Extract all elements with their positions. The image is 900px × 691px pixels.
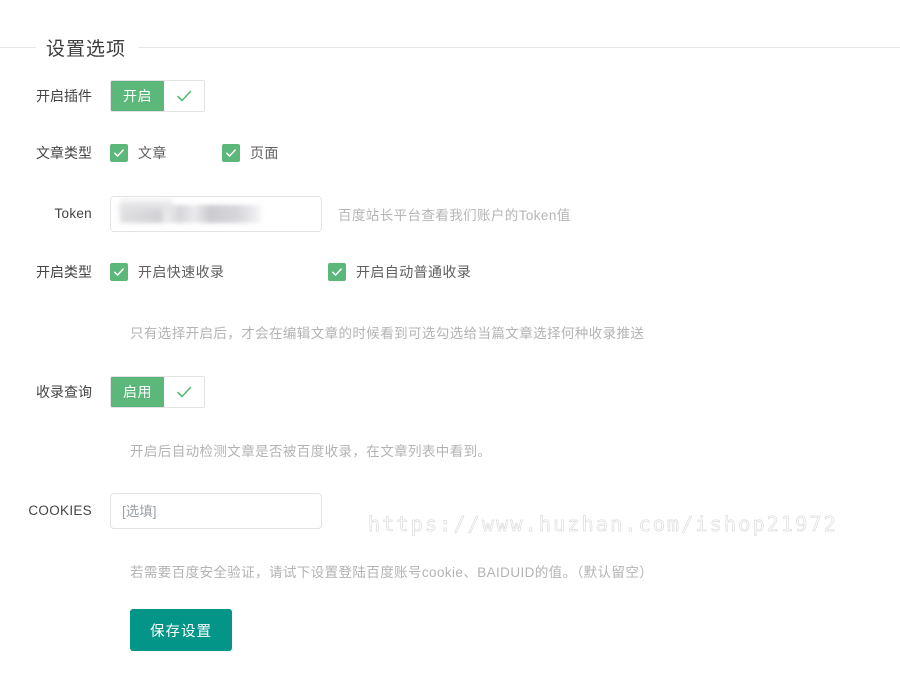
row-cookies: COOKIES [0, 493, 900, 529]
row-control-post-type: 文章 页面 [110, 143, 279, 163]
checkbox-post-type-article[interactable]: 文章 [110, 143, 222, 163]
save-settings-button[interactable]: 保存设置 [130, 609, 232, 651]
token-hint: 百度站长平台查看我们账户的Token值 [338, 208, 571, 223]
cookies-hint: 若需要百度安全验证，请试下设置登陆百度账号cookie、BAIDUID的值。（默… [130, 565, 654, 580]
index-query-hint: 开启后自动检测文章是否被百度收录，在文章列表中看到。 [130, 444, 492, 459]
row-control-token: 百度站长平台查看我们账户的Token值 [110, 196, 571, 232]
check-icon [164, 81, 204, 111]
token-input[interactable] [110, 196, 322, 232]
checkbox-auto-normal-index[interactable]: 开启自动普通收录 [328, 262, 471, 282]
checkmark-icon [328, 263, 346, 281]
checkmark-icon [110, 263, 128, 281]
row-label-plugin-enable: 开启插件 [36, 88, 92, 104]
checkmark-icon [222, 144, 240, 162]
row-label-token: Token [54, 206, 92, 221]
row-index-query: 收录查询 启用 [0, 376, 900, 408]
checkbox-fast-index[interactable]: 开启快速收录 [110, 262, 328, 282]
row-plugin-enable: 开启插件 开启 [0, 80, 900, 112]
page-title: 设置选项 [36, 38, 139, 62]
checkmark-icon [110, 144, 128, 162]
row-control-index-query: 启用 [110, 376, 205, 408]
row-label-index-query: 收录查询 [36, 384, 92, 400]
checkbox-label-fast-index: 开启快速收录 [138, 264, 225, 280]
plugin-enable-switch[interactable]: 开启 [110, 80, 205, 112]
plugin-enable-switch-label: 开启 [111, 81, 164, 111]
row-label-post-type: 文章类型 [36, 145, 92, 161]
index-query-switch[interactable]: 启用 [110, 376, 205, 408]
checkbox-label-auto-normal-index: 开启自动普通收录 [356, 264, 472, 280]
row-control-plugin-enable: 开启 [110, 80, 205, 112]
row-control-cookies [110, 493, 322, 529]
row-label-cookies: COOKIES [28, 503, 92, 518]
row-label-push-type: 开启类型 [36, 264, 92, 280]
token-input-wrap [110, 196, 322, 232]
checkbox-label-page: 页面 [250, 145, 279, 161]
section-header: 设置选项 [0, 20, 900, 62]
row-control-push-type: 开启快速收录 开启自动普通收录 [110, 262, 471, 282]
row-token: Token 百度站长平台查看我们账户的Token值 [0, 196, 900, 232]
check-icon [164, 377, 204, 407]
cookies-input[interactable] [110, 493, 322, 529]
row-push-type: 开启类型 开启快速收录 开启自动普通收录 [0, 262, 900, 282]
settings-panel: 设置选项 开启插件 开启 文章类型 文章 页面 Token 百度站长平台查看我们… [0, 0, 900, 691]
index-query-switch-label: 启用 [111, 377, 164, 407]
row-post-type: 文章类型 文章 页面 [0, 143, 900, 163]
checkbox-label-article: 文章 [138, 145, 167, 161]
checkbox-post-type-page[interactable]: 页面 [222, 143, 279, 163]
push-type-hint: 只有选择开启后，才会在编辑文章的时候看到可选勾选给当篇文章选择何种收录推送 [130, 326, 645, 341]
